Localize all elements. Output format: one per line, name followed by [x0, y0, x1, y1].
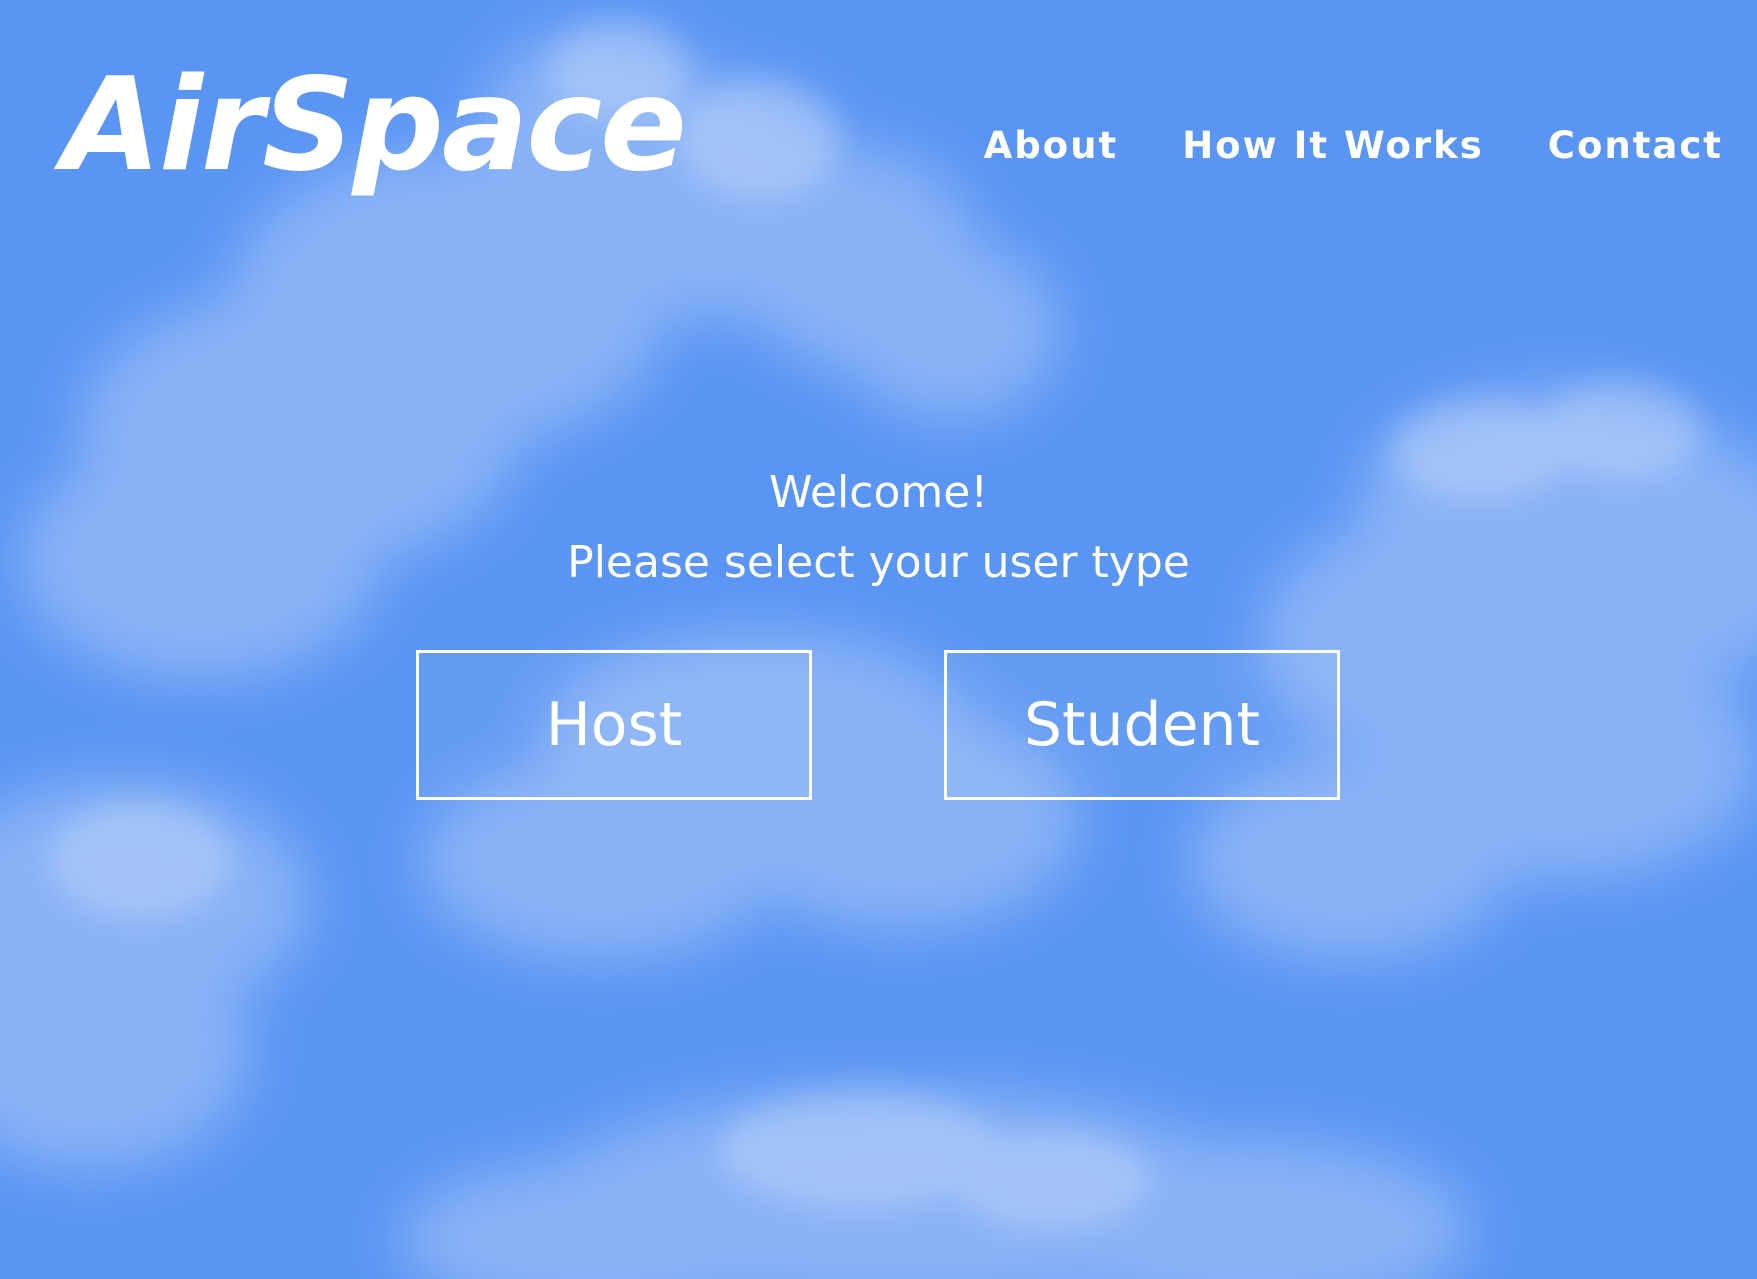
nav-about[interactable]: About	[984, 124, 1119, 167]
welcome-heading: Welcome!	[769, 467, 988, 518]
airspace-logo[interactable]: AirSpace	[62, 62, 687, 190]
student-button[interactable]: Student	[944, 650, 1340, 800]
welcome-message: Welcome! Please select your user type	[0, 458, 1757, 598]
nav-contact[interactable]: Contact	[1548, 124, 1723, 167]
host-button[interactable]: Host	[416, 650, 812, 800]
user-type-prompt: Please select your user type	[567, 537, 1190, 588]
nav-how-it-works[interactable]: How It Works	[1182, 124, 1484, 167]
top-nav: About How It Works Contact	[984, 124, 1723, 167]
